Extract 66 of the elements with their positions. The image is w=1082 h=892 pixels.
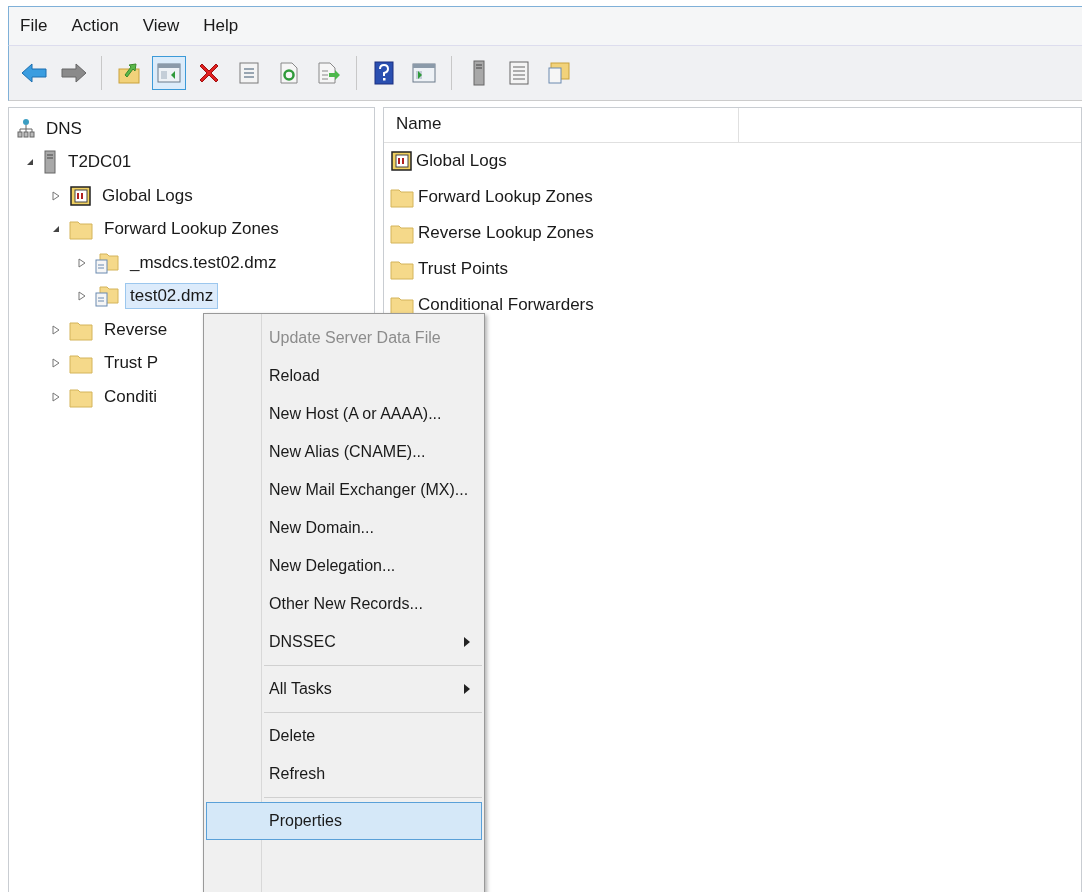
tree-item[interactable]: test02.dmz — [125, 283, 219, 310]
export-list-icon — [317, 61, 341, 85]
list-item[interactable]: Conditional Forwarders — [418, 295, 594, 315]
list-item[interactable]: Forward Lookup Zones — [418, 187, 593, 207]
menu-item[interactable]: All Tasks — [206, 670, 482, 708]
network-icon — [17, 117, 35, 140]
tree-item[interactable]: Forward Lookup Zones — [99, 216, 284, 243]
folder-icon — [390, 258, 414, 280]
menu-item[interactable]: DNSSEC — [206, 623, 482, 661]
menu-item[interactable]: New Mail Exchanger (MX)... — [206, 471, 482, 509]
folder-icon — [390, 222, 414, 244]
menu-item[interactable]: Reload — [206, 357, 482, 395]
expand-triangle-icon[interactable] — [51, 324, 61, 335]
expand-triangle-icon[interactable] — [51, 190, 61, 201]
zone-folder-icon — [547, 61, 571, 85]
menu-item[interactable]: New Host (A or AAAA)... — [206, 395, 482, 433]
tree-item[interactable]: T2DC01 — [63, 149, 137, 176]
tree-item[interactable]: Trust P — [99, 350, 164, 377]
menu-item[interactable]: View — [141, 14, 181, 38]
submenu-arrow-icon — [463, 683, 471, 695]
menu-item[interactable]: Properties — [206, 802, 482, 840]
expand-triangle-icon[interactable] — [77, 257, 87, 268]
menu-item[interactable]: Other New Records... — [206, 585, 482, 623]
zone-folder-icon — [95, 285, 119, 308]
expand-triangle-icon[interactable] — [51, 358, 61, 369]
menu-item[interactable]: New Alias (CNAME)... — [206, 433, 482, 471]
expand-triangle-icon[interactable] — [77, 291, 87, 302]
forward-arrow-icon — [61, 62, 87, 84]
list-item[interactable]: Global Logs — [416, 151, 507, 171]
submenu-arrow-icon — [463, 636, 471, 648]
column-header[interactable]: Name — [384, 108, 739, 142]
pane-icon — [412, 62, 436, 84]
folder-icon — [69, 352, 93, 375]
tree-item[interactable]: Reverse — [99, 316, 173, 343]
refresh-icon — [278, 61, 300, 85]
list-item[interactable]: Trust Points — [418, 259, 509, 279]
pane-icon — [157, 62, 181, 84]
collapse-triangle-icon[interactable] — [25, 157, 35, 168]
help-icon — [373, 61, 395, 85]
list-item[interactable]: Reverse Lookup Zones — [418, 223, 594, 243]
menu-item[interactable]: New Domain... — [206, 509, 482, 547]
menu-item[interactable]: Delete — [206, 717, 482, 755]
zone-folder-icon — [95, 251, 119, 274]
collapse-triangle-icon[interactable] — [51, 224, 61, 235]
log-book-icon — [390, 150, 412, 172]
folder-icon — [69, 218, 93, 241]
folder-up-icon — [117, 61, 141, 85]
delete-icon — [197, 61, 221, 85]
tree-item[interactable]: _msdcs.test02.dmz — [125, 249, 282, 276]
tree-tool-button[interactable] — [152, 56, 186, 90]
back-arrow-icon — [21, 62, 47, 84]
tree-item[interactable]: Global Logs — [97, 182, 198, 209]
server-icon — [472, 60, 486, 86]
server-icon — [43, 150, 57, 175]
log-book-icon — [69, 184, 91, 207]
tree-item[interactable]: Conditi — [99, 383, 162, 410]
expand-triangle-icon[interactable] — [51, 391, 61, 402]
properties-icon — [238, 61, 260, 85]
menu-item[interactable]: Help — [202, 14, 240, 38]
menu-item[interactable]: Action — [70, 14, 120, 38]
menu-item[interactable]: New Delegation... — [206, 547, 482, 585]
menu-item[interactable]: File — [19, 14, 49, 38]
list-icon — [508, 61, 530, 85]
tree-item[interactable]: DNS — [41, 115, 87, 142]
menu-item[interactable]: Refresh — [206, 755, 482, 793]
folder-icon — [390, 186, 414, 208]
